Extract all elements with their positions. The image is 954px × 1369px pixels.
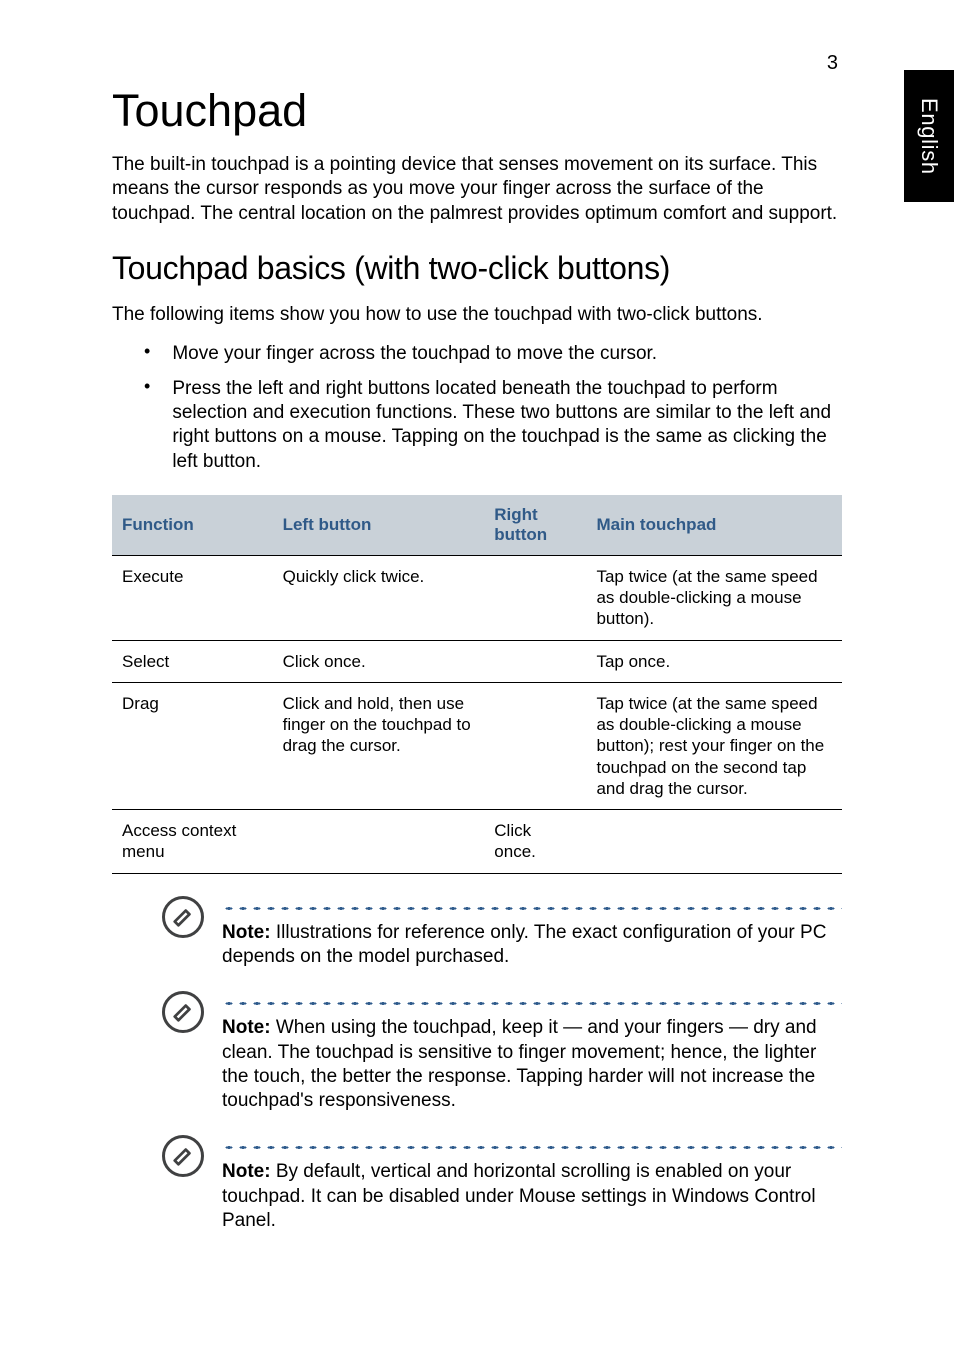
cell-function: Select [112, 640, 273, 682]
note-block: Note: By default, vertical and horizonta… [162, 1135, 842, 1233]
pencil-icon [172, 1145, 194, 1167]
list-item-text: Press the left and right buttons located… [172, 377, 842, 474]
list-item: • Press the left and right buttons locat… [112, 372, 842, 479]
th-main: Main touchpad [586, 495, 842, 556]
cell-main: Tap once. [586, 640, 842, 682]
page-number: 3 [112, 52, 842, 75]
note-bold: Note: [222, 1017, 271, 1038]
th-left: Left button [273, 495, 485, 556]
page-title: Touchpad [112, 85, 842, 137]
page-content: 3 Touchpad The built-in touchpad is a po… [0, 0, 954, 1301]
dots-divider-icon [222, 906, 842, 911]
section-sub: The following items show you how to use … [112, 303, 842, 327]
list-item: • Move your finger across the touchpad t… [112, 337, 842, 371]
note-rest: By default, vertical and horizontal scro… [222, 1161, 816, 1231]
cell-left: Click and hold, then use finger on the t… [273, 682, 485, 809]
intro-paragraph: The built-in touchpad is a pointing devi… [112, 153, 842, 226]
cell-left [273, 810, 485, 874]
language-tab: English [904, 70, 954, 202]
bullet-list: • Move your finger across the touchpad t… [112, 337, 842, 479]
note-pencil-icon [162, 1135, 204, 1177]
table-row: Execute Quickly click twice. Tap twice (… [112, 555, 842, 640]
bullet-icon: • [144, 377, 150, 474]
cell-right [484, 640, 586, 682]
note-block: Note: When using the touchpad, keep it —… [162, 991, 842, 1113]
pencil-icon [172, 906, 194, 928]
note-text: Note: By default, vertical and horizonta… [222, 1160, 842, 1233]
function-table: Function Left button Right button Main t… [112, 495, 842, 874]
table-row: Drag Click and hold, then use finger on … [112, 682, 842, 809]
cell-main: Tap twice (at the same speed as double-c… [586, 682, 842, 809]
table-row: Access context menu Click once. [112, 810, 842, 874]
note-text: Note: Illustrations for reference only. … [222, 921, 842, 970]
note-text: Note: When using the touchpad, keep it —… [222, 1016, 842, 1113]
cell-function: Execute [112, 555, 273, 640]
cell-main: Tap twice (at the same speed as double-c… [586, 555, 842, 640]
note-block: Note: Illustrations for reference only. … [162, 896, 842, 970]
pencil-icon [172, 1001, 194, 1023]
cell-main [586, 810, 842, 874]
dots-divider-icon [222, 1145, 842, 1150]
language-tab-label: English [916, 98, 942, 175]
cell-left: Quickly click twice. [273, 555, 485, 640]
note-body: Note: By default, vertical and horizonta… [222, 1135, 842, 1233]
cell-right: Click once. [484, 810, 586, 874]
cell-function: Drag [112, 682, 273, 809]
table-header-row: Function Left button Right button Main t… [112, 495, 842, 556]
cell-function: Access context menu [112, 810, 273, 874]
table-row: Select Click once. Tap once. [112, 640, 842, 682]
note-pencil-icon [162, 896, 204, 938]
note-bold: Note: [222, 922, 271, 943]
th-function: Function [112, 495, 273, 556]
dots-divider-icon [222, 1001, 842, 1006]
cell-right [484, 682, 586, 809]
cell-right [484, 555, 586, 640]
note-rest: Illustrations for reference only. The ex… [222, 922, 826, 967]
list-item-text: Move your finger across the touchpad to … [172, 342, 657, 366]
note-body: Note: Illustrations for reference only. … [222, 896, 842, 970]
th-right: Right button [484, 495, 586, 556]
cell-left: Click once. [273, 640, 485, 682]
bullet-icon: • [144, 342, 150, 366]
note-bold: Note: [222, 1161, 271, 1182]
section-heading: Touchpad basics (with two-click buttons) [112, 250, 842, 287]
note-pencil-icon [162, 991, 204, 1033]
note-rest: When using the touchpad, keep it — and y… [222, 1017, 817, 1111]
note-body: Note: When using the touchpad, keep it —… [222, 991, 842, 1113]
